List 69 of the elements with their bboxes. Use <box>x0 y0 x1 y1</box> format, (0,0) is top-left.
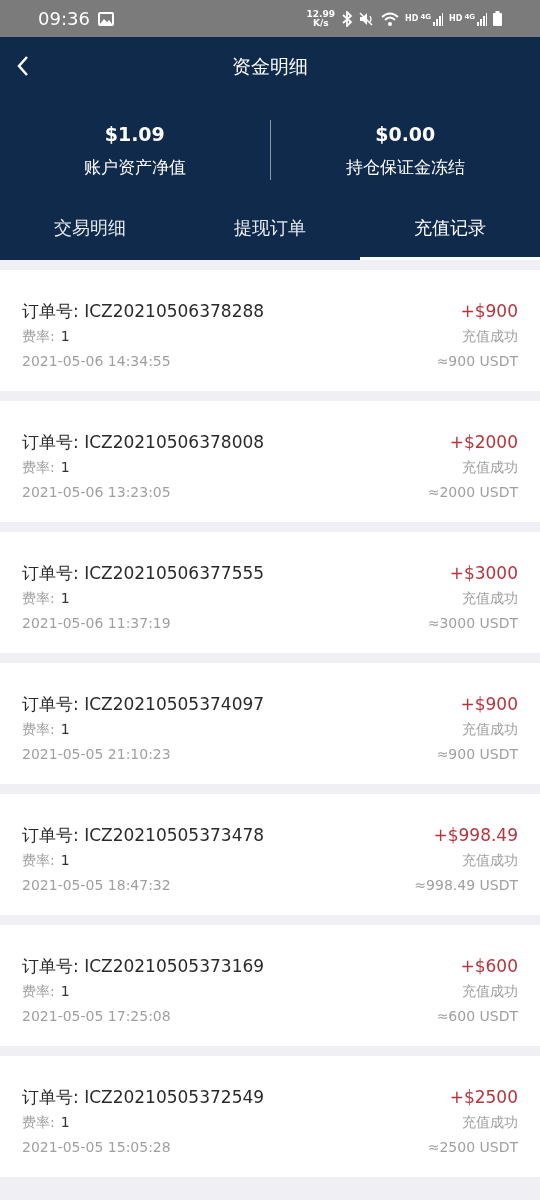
order-number: 订单号: ICZ20210506377555 <box>22 562 265 585</box>
amount: +$998.49 <box>433 824 518 847</box>
usdt-amount: ≈900 USDT <box>436 745 518 764</box>
order-number: 订单号: ICZ20210505373478 <box>22 824 265 847</box>
record-time: 2021-05-05 21:10:23 <box>22 745 172 764</box>
usdt-amount: ≈2000 USDT <box>427 483 518 502</box>
rate-value: 1 <box>60 589 70 608</box>
rate-value: 1 <box>60 458 70 477</box>
usdt-amount: ≈2500 USDT <box>427 1138 518 1157</box>
amount: +$3000 <box>449 562 518 585</box>
speed-unit: K/s <box>313 18 329 28</box>
usdt-amount: ≈3000 USDT <box>427 614 518 633</box>
wifi-icon <box>381 11 400 26</box>
record-time: 2021-05-05 17:25:08 <box>22 1007 172 1026</box>
rate-label: 费率: <box>22 1113 55 1132</box>
tab[interactable]: 充值记录 <box>360 205 540 260</box>
record-time: 2021-05-06 14:34:55 <box>22 352 172 371</box>
rate-value: 1 <box>60 720 70 739</box>
usdt-amount: ≈998.49 USDT <box>414 876 518 895</box>
record-time: 2021-05-06 11:37:19 <box>22 614 172 633</box>
signal-icon <box>477 11 487 26</box>
order-number: 订单号: ICZ20210506378008 <box>22 431 265 454</box>
clock: 09:36 <box>38 7 90 31</box>
amount: +$900 <box>460 693 518 716</box>
hd-label: HD <box>405 12 419 25</box>
status-text: 充值成功 <box>462 327 518 346</box>
summary-value: $1.09 <box>104 122 165 147</box>
tab[interactable]: 提现订单 <box>180 205 360 260</box>
tab[interactable]: 交易明细 <box>0 205 180 260</box>
rate-label: 费率: <box>22 458 55 477</box>
bluetooth-icon <box>341 10 354 27</box>
image-icon <box>97 11 114 26</box>
back-icon <box>16 55 30 77</box>
status-text: 充值成功 <box>462 1113 518 1132</box>
status-text: 充值成功 <box>462 851 518 870</box>
rate-label: 费率: <box>22 327 55 346</box>
signal-icon <box>433 11 444 26</box>
rate-value: 1 <box>60 327 70 346</box>
order-number: 订单号: ICZ20210505372549 <box>22 1086 265 1109</box>
order-number: 订单号: ICZ20210505373169 <box>22 955 265 978</box>
record-time: 2021-05-06 13:23:05 <box>22 483 172 502</box>
rate-value: 1 <box>60 982 70 1001</box>
rate-label: 费率: <box>22 589 55 608</box>
summary-label: 账户资产净值 <box>83 155 186 179</box>
order-number: 订单号: ICZ20210505374097 <box>22 693 265 716</box>
hd-label: HD <box>449 12 463 25</box>
usdt-amount: ≈900 USDT <box>436 352 518 371</box>
status-text: 充值成功 <box>462 720 518 739</box>
rate-label: 费率: <box>22 851 55 870</box>
record-time: 2021-05-05 15:05:28 <box>22 1138 172 1157</box>
summary-value: $0.00 <box>375 122 436 147</box>
status-text: 充值成功 <box>462 458 518 477</box>
page-title: 资金明细 <box>232 53 308 79</box>
rate-value: 1 <box>60 851 70 870</box>
battery-icon <box>493 11 502 26</box>
status-text: 充值成功 <box>462 589 518 608</box>
network-speed: 12.99 <box>306 9 336 19</box>
amount: +$2000 <box>449 431 518 454</box>
summary-label: 持仓保证金冻结 <box>345 155 465 179</box>
usdt-amount: ≈600 USDT <box>436 1007 518 1026</box>
status-text: 充值成功 <box>462 982 518 1001</box>
rate-value: 1 <box>60 1113 70 1132</box>
amount: +$900 <box>460 300 518 323</box>
amount: +$600 <box>460 955 518 978</box>
amount: +$2500 <box>449 1086 518 1109</box>
order-number: 订单号: ICZ20210506378288 <box>22 300 265 323</box>
rate-label: 费率: <box>22 982 55 1001</box>
rate-label: 费率: <box>22 720 55 739</box>
record-time: 2021-05-05 18:47:32 <box>22 876 172 895</box>
